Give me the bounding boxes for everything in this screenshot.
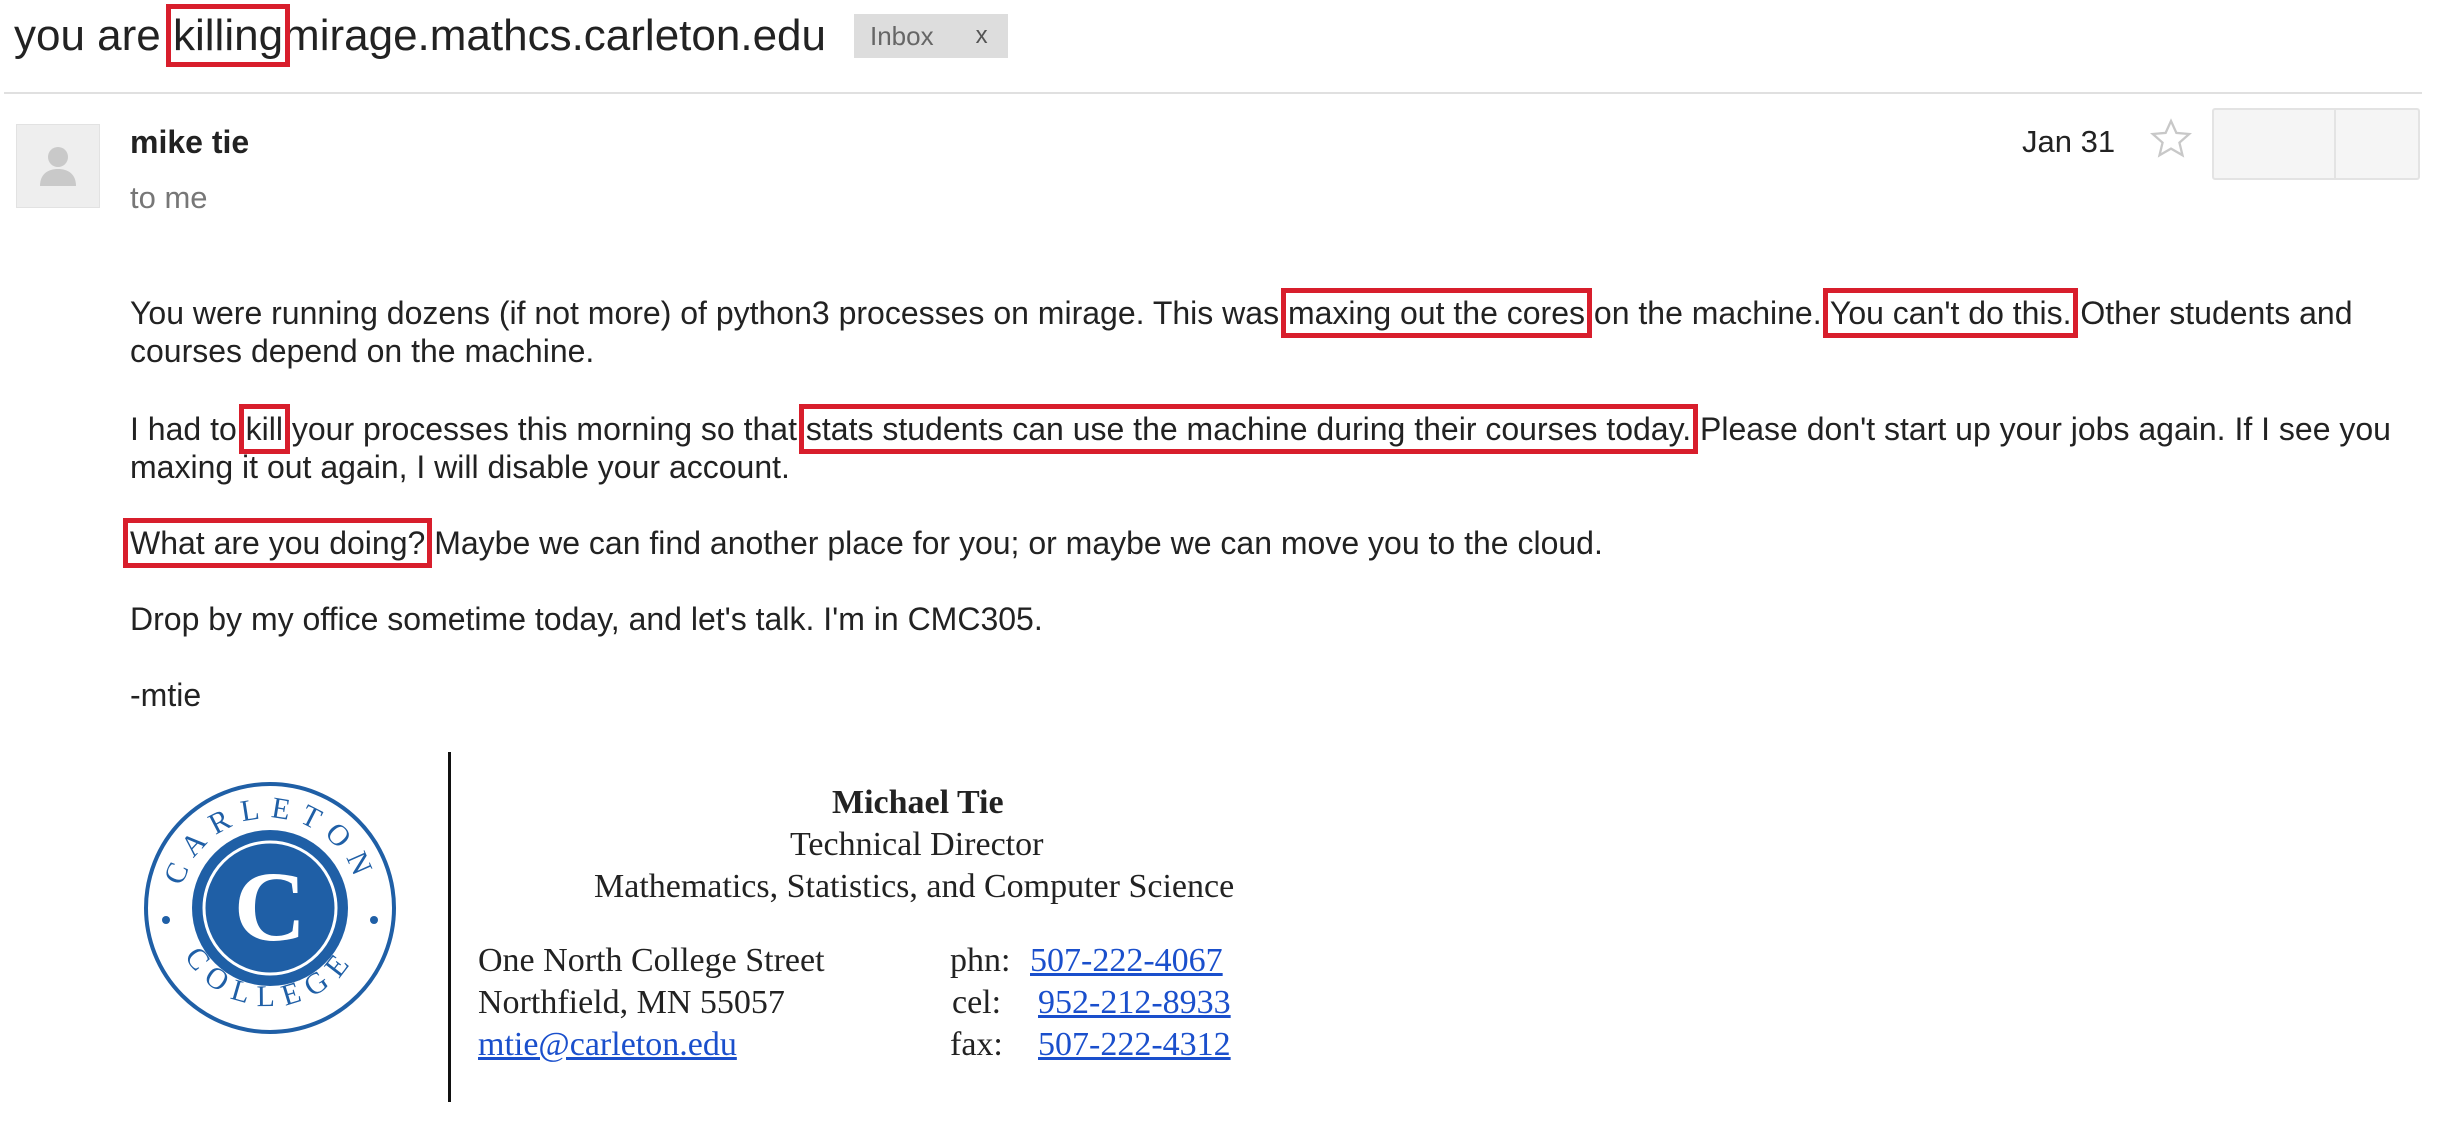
subject-row: you are killingmirage.mathcs.carleton.ed… — [14, 4, 1008, 67]
remove-label-button[interactable]: x — [976, 22, 988, 50]
inbox-label-chip[interactable]: Inbox x — [853, 14, 1008, 58]
star-icon[interactable] — [2148, 116, 2194, 167]
body-paragraph-2: I had to kill your processes this mornin… — [130, 404, 2420, 486]
signature-name: Michael Tie — [832, 784, 1004, 821]
subject-prefix: you are — [14, 11, 161, 60]
fax-link[interactable]: 507-222-4312 — [1038, 1026, 1231, 1064]
email-subject: you are killingmirage.mathcs.carleton.ed… — [14, 4, 826, 67]
cell-link[interactable]: 952-212-8933 — [1038, 984, 1231, 1022]
cell-label: cel: — [952, 984, 1002, 1021]
signature-divider — [448, 752, 451, 1102]
highlight-kill: kill — [238, 404, 291, 454]
phone-link[interactable]: 507-222-4067 — [1030, 942, 1223, 980]
more-options-button[interactable] — [2336, 110, 2418, 178]
highlight-what-are-you-doing: What are you doing? — [122, 518, 433, 568]
subject-highlight: killing — [165, 4, 291, 67]
sender-avatar[interactable] — [16, 124, 100, 208]
signature-email-link[interactable]: mtie@carleton.edu — [478, 1026, 737, 1064]
carleton-college-logo: C CARLETON COLLEGE — [142, 780, 398, 1036]
recipient-line[interactable]: to me — [130, 180, 208, 216]
highlight-stats-students: stats students can use the machine durin… — [798, 404, 1699, 454]
p1-text-a: You were running dozens (if not more) of… — [130, 295, 1280, 331]
reply-button[interactable] — [2214, 110, 2336, 178]
highlight-maxing-cores: maxing out the cores — [1280, 288, 1593, 338]
logo-letter: C — [234, 851, 306, 962]
header-divider — [4, 92, 2422, 94]
message-actions — [2212, 108, 2420, 180]
p1-text-b: on the machine. — [1593, 295, 1830, 331]
signature-department: Mathematics, Statistics, and Computer Sc… — [594, 868, 1235, 905]
p3-text-a: Maybe we can find another place for you;… — [425, 525, 1603, 561]
highlight-cant-do-this: You can't do this. — [1822, 288, 2079, 338]
body-paragraph-1: You were running dozens (if not more) of… — [130, 288, 2420, 370]
subject-suffix: mirage.mathcs.carleton.edu — [283, 11, 826, 60]
p2-text-b: your processes this morning so that — [291, 411, 797, 447]
signature-address-line1: One North College Street — [478, 942, 825, 979]
signature-address-line2: Northfield, MN 55057 — [478, 984, 785, 1021]
sender-name[interactable]: mike tie — [130, 124, 249, 161]
phone-label: phn: — [950, 942, 1011, 979]
inbox-label-text: Inbox — [869, 20, 934, 51]
body-paragraph-3: What are you doing? Maybe we can find an… — [122, 518, 2420, 568]
p2-text-a: I had to — [130, 411, 237, 447]
body-signoff: -mtie — [130, 677, 202, 713]
message-date: Jan 31 — [2022, 124, 2116, 159]
fax-label: fax: — [950, 1026, 1003, 1063]
body-paragraph-4: Drop by my office sometime today, and le… — [130, 601, 1043, 637]
signature-title: Technical Director — [790, 826, 1044, 863]
person-placeholder-icon — [40, 147, 76, 186]
